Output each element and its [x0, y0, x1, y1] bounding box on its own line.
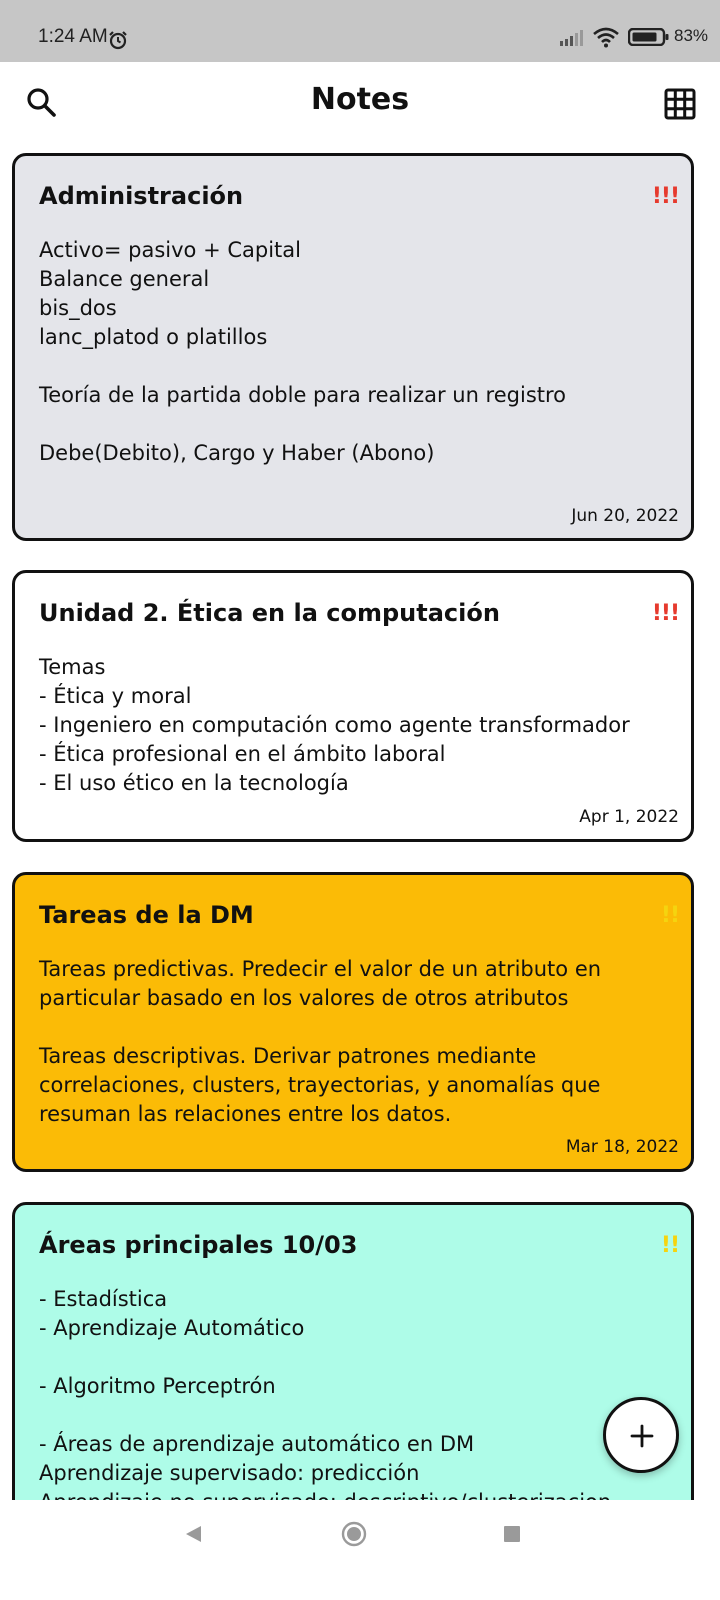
note-card[interactable]: Tareas de la DM !! Tareas predictivas. P… [12, 872, 694, 1172]
note-date: Mar 18, 2022 [565, 1137, 679, 1157]
note-body: Tareas predictivas. Predecir el valor de… [39, 957, 602, 1126]
note-body: Activo= pasivo + Capital Balance general… [39, 238, 567, 465]
note-title: Áreas principales 10/03 [39, 1231, 358, 1259]
note-card[interactable]: Administración !!! Activo= pasivo + Capi… [12, 153, 694, 541]
grid-view-icon[interactable] [662, 86, 698, 122]
signal-icon [560, 30, 583, 46]
note-body: - Estadística - Aprendizaje Automático -… [39, 1287, 611, 1514]
wifi-icon [593, 27, 619, 48]
alarm-icon [109, 31, 127, 50]
note-date: Apr 1, 2022 [579, 807, 679, 827]
priority-badge: !! [660, 903, 680, 928]
status-time: 1:24 AM [38, 26, 108, 47]
home-icon[interactable] [340, 1520, 368, 1548]
back-icon[interactable] [183, 1524, 203, 1544]
recents-icon[interactable] [503, 1525, 521, 1543]
notes-list[interactable]: Administración !!! Activo= pasivo + Capi… [0, 142, 720, 1532]
priority-badge: !! [660, 1233, 680, 1258]
plus-icon [630, 1424, 654, 1448]
battery-percent: 83% [674, 26, 709, 45]
note-body: Temas - Ética y moral - Ingeniero en com… [39, 655, 630, 795]
priority-badge: !!! [651, 601, 680, 626]
app-bar: Notes [0, 62, 720, 142]
add-note-button[interactable] [603, 1397, 679, 1473]
note-date: Jun 20, 2022 [571, 506, 679, 526]
priority-badge: !!! [651, 184, 680, 209]
note-card[interactable]: Unidad 2. Ética en la computación !!! Te… [12, 570, 694, 842]
battery-icon [628, 28, 669, 46]
status-bar: 1:24 AM 83% [0, 0, 720, 62]
note-title: Tareas de la DM [39, 901, 254, 929]
note-title: Unidad 2. Ética en la computación [39, 599, 500, 627]
note-card[interactable]: Áreas principales 10/03 !! - Estadística… [12, 1202, 694, 1532]
system-nav-bar [0, 1500, 720, 1600]
note-title: Administración [39, 182, 244, 210]
page-title: Notes [310, 82, 410, 117]
